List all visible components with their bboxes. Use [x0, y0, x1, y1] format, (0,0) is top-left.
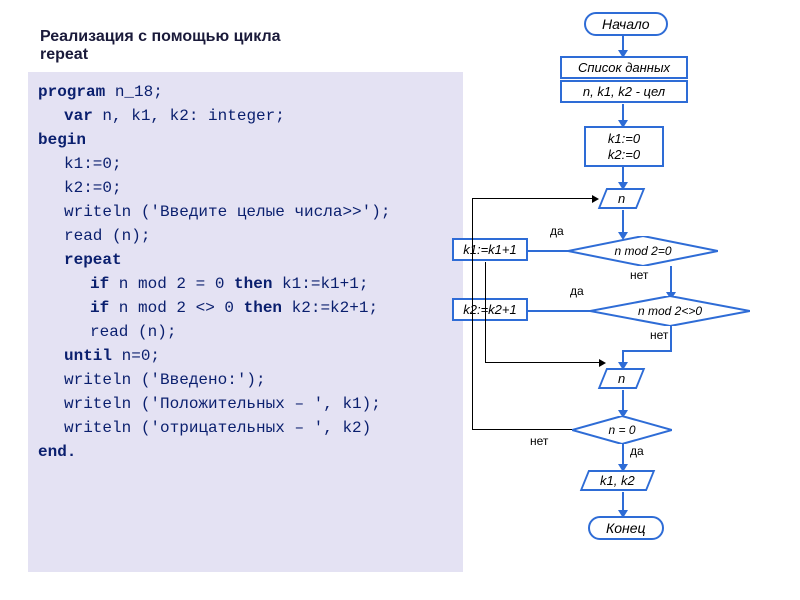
- code-line: var n, k1, k2: integer;: [38, 104, 453, 128]
- label-no-3: нет: [530, 434, 548, 448]
- code-line: repeat: [38, 248, 453, 272]
- flow-input-n: n: [598, 188, 646, 209]
- flow-datalist: Список данных: [560, 56, 688, 79]
- flow-decl: n, k1, k2 - цел: [560, 80, 688, 103]
- code-line: begin: [38, 128, 453, 152]
- label-yes-3: да: [630, 444, 644, 458]
- code-line: writeln ('Введите целые числа>>');: [38, 200, 453, 224]
- label-no: нет: [630, 268, 648, 282]
- code-line: until n=0;: [38, 344, 453, 368]
- flow-output: k1, k2: [580, 470, 655, 491]
- flow-init: k1:=0 k2:=0: [584, 126, 664, 167]
- slide-title: Реализация с помощью цикла repeat: [40, 28, 320, 64]
- label-yes-2: да: [570, 284, 584, 298]
- code-line: program n_18;: [38, 80, 453, 104]
- flow-end: Конец: [588, 516, 664, 540]
- code-line: if n mod 2 <> 0 then k2:=k2+1;: [38, 296, 453, 320]
- flow-act-k1: k1:=k1+1: [452, 238, 528, 261]
- code-line: writeln ('отрицательных – ', k2): [38, 416, 453, 440]
- label-no-2: нет: [650, 328, 668, 342]
- flow-act-k2: k2:=k2+1: [452, 298, 528, 321]
- label-yes: да: [550, 224, 564, 238]
- flow-init2: k2:=0: [608, 147, 640, 162]
- code-line: if n mod 2 = 0 then k1:=k1+1;: [38, 272, 453, 296]
- flow-init1: k1:=0: [608, 131, 640, 146]
- code-line: writeln ('Введено:');: [38, 368, 453, 392]
- code-line: read (n);: [38, 224, 453, 248]
- code-line: k1:=0;: [38, 152, 453, 176]
- flowchart: Начало Список данных n, k1, k2 - цел k1:…: [480, 8, 800, 598]
- flow-start: Начало: [584, 12, 668, 36]
- flow-cond-odd: n mod 2<>0: [590, 296, 750, 326]
- code-line: k2:=0;: [38, 176, 453, 200]
- flow-input-n2: n: [598, 368, 646, 389]
- flow-cond-even: n mod 2=0: [568, 236, 718, 266]
- code-line: end.: [38, 440, 453, 464]
- flow-cond-zero: n = 0: [572, 416, 672, 444]
- code-listing: program n_18; var n, k1, k2: integer; be…: [28, 72, 463, 572]
- code-line: writeln ('Положительных – ', k1);: [38, 392, 453, 416]
- code-line: read (n);: [38, 320, 453, 344]
